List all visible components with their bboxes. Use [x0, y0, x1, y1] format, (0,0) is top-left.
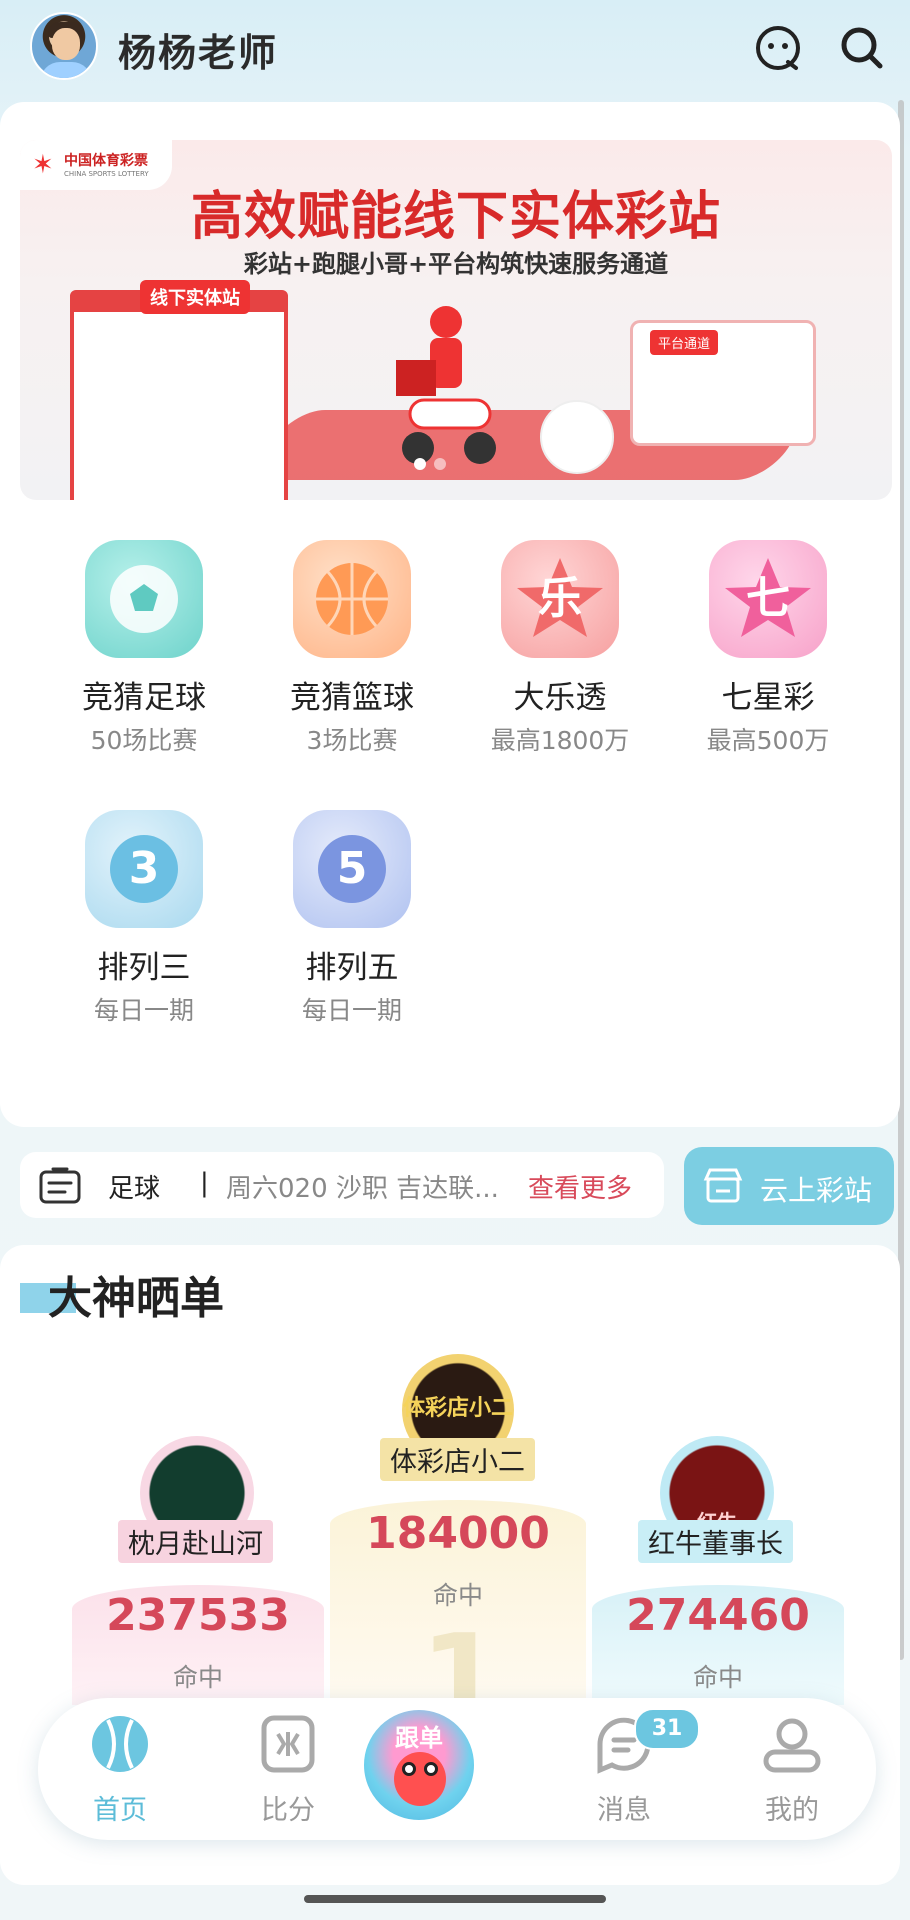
game-sub: 50场比赛	[90, 726, 198, 755]
mascot-illustration	[540, 400, 614, 474]
leader-name: 枕月赴山河	[118, 1520, 273, 1563]
tab-label: 比分	[261, 1795, 315, 1826]
pl3-ball-icon: 3	[85, 810, 203, 928]
game-name: 竞猜篮球	[290, 680, 414, 716]
scoreboard-icon	[261, 1715, 315, 1773]
tab-mine[interactable]: 我的	[732, 1712, 852, 1827]
notice-separator: |	[200, 1168, 209, 1198]
leader-score: 237533	[106, 1590, 290, 1641]
chat-bot-icon[interactable]	[752, 22, 804, 74]
follow-bet-button[interactable]: 跟单	[360, 1706, 478, 1824]
leader-hit-label: 命中	[172, 1663, 223, 1692]
kiosk-illustration	[70, 290, 288, 500]
page-title: 杨杨老师	[118, 31, 279, 75]
platform-label: 平台通道	[650, 330, 719, 355]
pl5-ball-icon: 5	[293, 810, 411, 928]
user-icon	[763, 1718, 821, 1773]
qxc-star-icon: 七	[709, 540, 827, 658]
game-name: 竞猜足球	[82, 680, 206, 716]
game-pl5[interactable]: 5 排列五 每日一期	[252, 810, 452, 1027]
tab-home[interactable]: 首页	[60, 1712, 180, 1827]
view-more-link[interactable]: 查看更多	[528, 1168, 632, 1205]
game-sub: 每日一期	[93, 996, 194, 1025]
banner-subline: 彩站+跑腿小哥+平台构筑快速服务通道	[243, 250, 669, 278]
tab-label: 我的	[765, 1795, 819, 1826]
game-jclq[interactable]: 竞猜篮球 3场比赛	[252, 540, 452, 757]
mascot-icon	[394, 1752, 446, 1806]
tab-label: 消息	[597, 1795, 651, 1826]
game-name: 大乐透	[513, 680, 607, 716]
dlt-glyph: 乐	[538, 573, 582, 624]
game-sub: 最高1800万	[490, 726, 630, 755]
game-name: 排列三	[97, 950, 191, 986]
cloud-station-label: 云上彩站	[760, 1174, 873, 1207]
top-bar: 杨杨老师	[0, 0, 910, 100]
game-name: 排列五	[305, 950, 399, 986]
kiosk-label: 线下实体站	[140, 280, 250, 314]
leader-name: 红牛董事长	[638, 1520, 793, 1563]
store-icon	[703, 1168, 743, 1203]
dlt-star-icon: 乐	[501, 540, 619, 658]
user-avatar[interactable]	[30, 12, 98, 80]
home-ball-icon	[92, 1716, 148, 1772]
message-count-badge: 31	[634, 1708, 700, 1750]
soccer-icon	[85, 540, 203, 658]
game-name: 七星彩	[721, 680, 815, 716]
pl5-glyph: 5	[336, 843, 368, 894]
mascot-eye	[424, 1762, 438, 1776]
banner-headline: 高效赋能线下实体彩站	[190, 187, 721, 247]
game-sub: 3场比赛	[306, 726, 398, 755]
basketball-icon	[293, 540, 411, 658]
notice-category: 足球	[108, 1174, 161, 1204]
tab-score[interactable]: 比分	[228, 1712, 348, 1827]
tab-label: 首页	[93, 1795, 147, 1826]
match-notice-bar[interactable]: 足球 | 周六020 沙职 吉达联... 查看更多	[20, 1152, 664, 1218]
follow-label: 跟单	[395, 1724, 443, 1752]
game-sub: 最高500万	[706, 726, 830, 755]
mascot-eye	[402, 1762, 416, 1776]
home-indicator[interactable]	[304, 1895, 606, 1903]
leader-name: 体彩店小二	[380, 1438, 535, 1481]
game-dlt[interactable]: 乐 大乐透 最高1800万	[460, 540, 660, 757]
leader-score: 184000	[366, 1508, 550, 1559]
courier-scooter-illustration	[396, 306, 496, 464]
leader-hit-label: 命中	[692, 1663, 743, 1692]
game-pl3[interactable]: 3 排列三 每日一期	[44, 810, 244, 1027]
logo-text: 中国体育彩票	[64, 153, 148, 169]
leader-score: 274460	[626, 1590, 810, 1641]
game-qxc[interactable]: 七 七星彩 最高500万	[668, 540, 868, 757]
carousel-dot-active[interactable]	[414, 458, 426, 470]
cloud-station-button[interactable]: 云上彩站	[684, 1147, 894, 1225]
carousel-dot[interactable]	[434, 458, 446, 470]
section-title: 大神晒单	[48, 1273, 224, 1324]
game-jczq[interactable]: 竞猜足球 50场比赛	[44, 540, 244, 757]
leader-hit-label: 命中	[432, 1581, 483, 1610]
pl3-glyph: 3	[128, 843, 160, 894]
qxc-glyph: 七	[746, 573, 790, 624]
notice-list-icon	[39, 1167, 81, 1204]
game-sub: 每日一期	[301, 996, 402, 1025]
avatar-logo-text: 体彩店小二	[402, 1396, 513, 1421]
search-icon[interactable]	[836, 22, 888, 74]
notice-text: 周六020 沙职 吉达联...	[226, 1174, 499, 1204]
promo-banner[interactable]: ✶ 中国体育彩票 CHINA SPORTS LOTTERY 高效赋能线下实体彩站…	[20, 140, 892, 500]
